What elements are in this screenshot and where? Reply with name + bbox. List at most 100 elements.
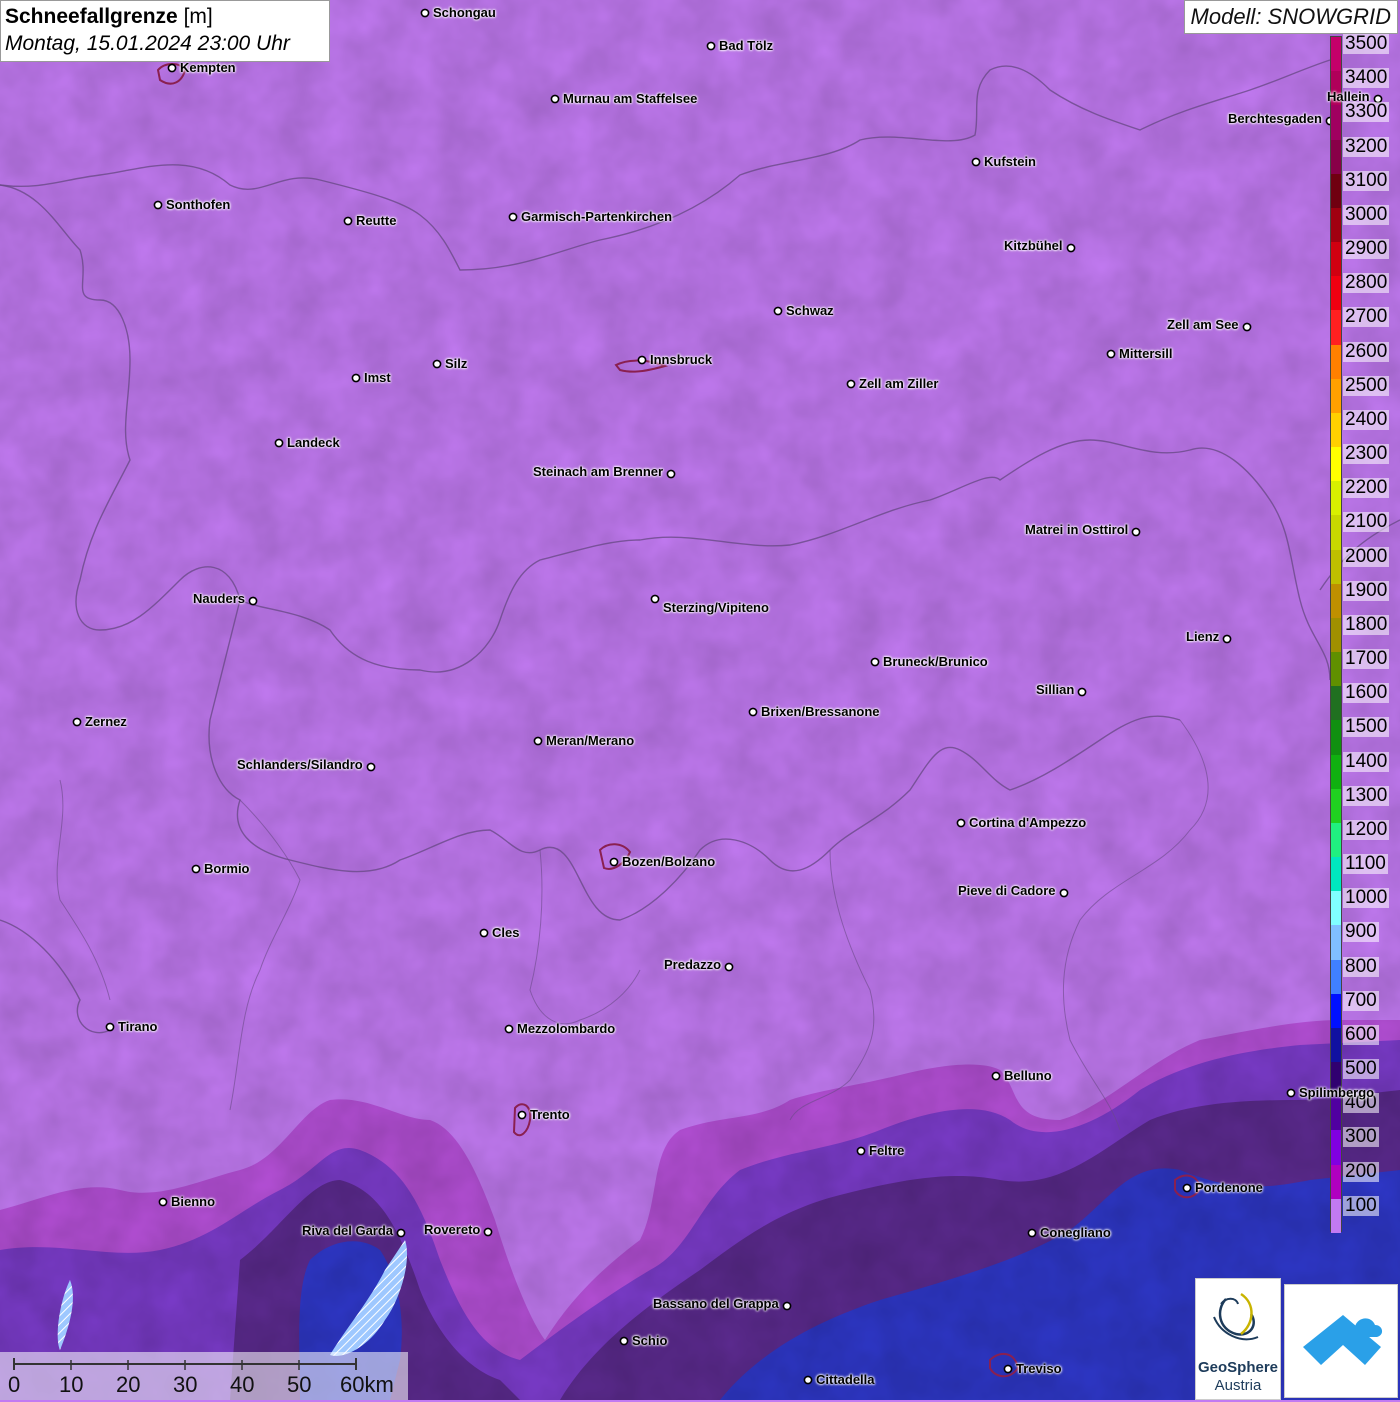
legend-label-900: 900 xyxy=(1343,921,1379,943)
legend-swatch-800 xyxy=(1331,959,1341,995)
legend-swatch-2800 xyxy=(1331,276,1341,311)
geosphere-austria-logo: GeoSphere Austria xyxy=(1195,1278,1281,1400)
city-label: Reutte xyxy=(356,213,397,228)
legend-label-600: 600 xyxy=(1343,1023,1379,1045)
city-marker xyxy=(1003,1364,1013,1374)
city-label: Silz xyxy=(445,356,468,371)
city-label: Kempten xyxy=(180,60,236,75)
legend-label-1300: 1300 xyxy=(1343,784,1390,806)
legend-swatch-1100 xyxy=(1331,857,1341,892)
city-label: Cittadella xyxy=(816,1372,875,1387)
legend-label-3200: 3200 xyxy=(1343,135,1390,157)
legend-label-2400: 2400 xyxy=(1343,408,1390,430)
city-marker xyxy=(1077,687,1087,697)
legend-label-300: 300 xyxy=(1343,1126,1379,1148)
legend-swatch-1400 xyxy=(1331,754,1341,790)
city-marker xyxy=(803,1375,813,1385)
city-marker xyxy=(1286,1088,1296,1098)
legend-label-1900: 1900 xyxy=(1343,579,1390,601)
legend-swatch-200 xyxy=(1331,1164,1341,1200)
legend-swatch-2700 xyxy=(1331,310,1341,346)
legend-label-2100: 2100 xyxy=(1343,511,1390,533)
legend-swatch-3200 xyxy=(1331,139,1341,175)
city-marker xyxy=(609,857,619,867)
city-label: Spilimbergo xyxy=(1299,1085,1375,1100)
legend-swatch-2600 xyxy=(1331,344,1341,380)
geosphere-emblem-icon xyxy=(1213,1292,1259,1341)
city-marker xyxy=(248,596,258,606)
city-label: Bozen/Bolzano xyxy=(622,854,716,869)
city-label: Kitzbühel xyxy=(1004,238,1063,253)
city-label: Bienno xyxy=(171,1194,216,1209)
city-label: Belluno xyxy=(1004,1068,1052,1083)
legend-label-500: 500 xyxy=(1343,1058,1379,1080)
city-label: Hallein xyxy=(1327,89,1370,104)
scale-bar: 0 10 20 30 40 50 60km xyxy=(0,1352,408,1400)
city-label: Garmisch-Partenkirchen xyxy=(521,209,673,224)
geosphere-name: GeoSphere xyxy=(1197,1359,1279,1376)
city-marker xyxy=(167,63,177,73)
city-marker xyxy=(1182,1183,1192,1193)
city-marker xyxy=(748,707,758,717)
city-marker xyxy=(1059,888,1069,898)
city-label: Innsbruck xyxy=(650,352,713,367)
legend-swatch-2200 xyxy=(1331,481,1341,516)
legend-label-1500: 1500 xyxy=(1343,716,1390,738)
city-label: Meran/Merano xyxy=(546,733,635,748)
city-marker xyxy=(158,1197,168,1207)
title-box: Schneefallgrenze [m] Montag, 15.01.2024 … xyxy=(0,0,330,62)
city-marker xyxy=(550,94,560,104)
city-marker xyxy=(533,736,543,746)
color-legend-bar xyxy=(1330,36,1342,1234)
legend-swatch-1300 xyxy=(1331,788,1341,824)
scale-label: 10 xyxy=(59,1372,84,1397)
city-marker xyxy=(846,379,856,389)
city-marker xyxy=(1222,634,1232,644)
city-label: Schongau xyxy=(433,5,496,20)
city-label: Nauders xyxy=(193,591,246,606)
city-marker xyxy=(517,1110,527,1120)
legend-label-1000: 1000 xyxy=(1343,887,1390,909)
city-marker xyxy=(420,8,430,18)
city-marker xyxy=(706,41,716,51)
city-marker xyxy=(432,359,442,369)
city-marker xyxy=(1106,349,1116,359)
city-label: Trento xyxy=(530,1107,570,1122)
city-label: Zernez xyxy=(85,714,127,729)
legend-label-1100: 1100 xyxy=(1343,853,1388,875)
city-marker xyxy=(956,818,966,828)
city-marker xyxy=(637,355,647,365)
city-marker xyxy=(650,594,660,604)
legend-label-3400: 3400 xyxy=(1343,67,1390,89)
legend-label-2500: 2500 xyxy=(1343,374,1390,396)
legend-label-2800: 2800 xyxy=(1343,272,1390,294)
city-label: Matrei in Osttirol xyxy=(1025,522,1129,537)
legend-swatch-3100 xyxy=(1331,173,1341,209)
map-datetime: Montag, 15.01.2024 23:00 Uhr xyxy=(5,32,290,55)
city-marker xyxy=(366,762,376,772)
legend-label-2300: 2300 xyxy=(1343,443,1390,465)
city-label: Predazzo xyxy=(664,957,722,972)
city-label: Zell am See xyxy=(1167,317,1239,332)
city-marker xyxy=(479,928,489,938)
legend-swatch-100 xyxy=(1331,1198,1341,1234)
city-label: Lienz xyxy=(1186,629,1220,644)
legend-label-3100: 3100 xyxy=(1343,169,1390,191)
legend-label-1400: 1400 xyxy=(1343,750,1390,772)
city-label: Cortina d'Ampezzo xyxy=(969,815,1087,830)
legend-label-200: 200 xyxy=(1343,1160,1379,1182)
city-marker xyxy=(666,469,676,479)
city-marker xyxy=(351,373,361,383)
city-label: Bassano del Grappa xyxy=(653,1296,779,1311)
legend-label-2900: 2900 xyxy=(1343,238,1390,260)
scale-label: 50 xyxy=(287,1372,312,1397)
cloud-arrow-icon xyxy=(1303,1315,1383,1365)
city-marker xyxy=(396,1228,406,1238)
legend-swatch-1700 xyxy=(1331,652,1341,687)
city-label: Sonthofen xyxy=(166,197,231,212)
legend-swatch-300 xyxy=(1331,1130,1341,1166)
legend-label-2700: 2700 xyxy=(1343,306,1390,328)
legend-swatch-2100 xyxy=(1331,515,1341,551)
city-marker xyxy=(991,1071,1001,1081)
scale-label: 0 xyxy=(8,1372,21,1397)
